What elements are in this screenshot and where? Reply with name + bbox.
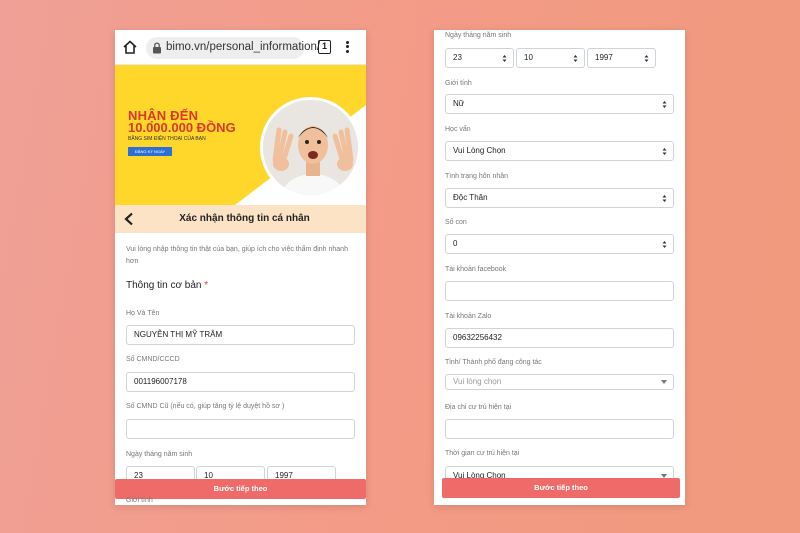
promo-banner[interactable]: NHẬN ĐẾN 10.000.000 ĐỒNG BẰNG SIM ĐIỆN T… — [115, 65, 366, 205]
dob-label: Ngày tháng năm sinh — [126, 451, 193, 458]
marital-status-label: Tình trạng hôn nhân — [445, 173, 509, 180]
work-city-placeholder: Vui lòng chọn — [453, 377, 502, 386]
phone-screen-left: bimo.vn/personal_information/ 1 NHẬN ĐẾN… — [115, 30, 366, 505]
id-number-input[interactable]: 001196007178 — [126, 372, 355, 392]
dob-day-select-right[interactable]: 23 — [445, 48, 514, 68]
banner-cta-button[interactable]: ĐĂNG KÝ NGAY — [128, 147, 172, 156]
address-input[interactable] — [445, 419, 674, 439]
sort-arrows-icon — [662, 148, 667, 155]
facebook-input[interactable] — [445, 281, 674, 301]
url-text: bimo.vn/personal_information/ — [166, 41, 321, 53]
sort-arrows-icon — [662, 195, 667, 202]
work-city-label: Tỉnh/ Thành phố đang công tác — [445, 359, 542, 366]
address-bar[interactable]: bimo.vn/personal_information/ — [146, 37, 320, 59]
sort-arrows-icon — [662, 101, 667, 108]
marital-status-select[interactable]: Độc Thân — [445, 188, 674, 208]
gender-label-right: Giới tính — [445, 80, 472, 87]
zalo-input[interactable]: 09632256432 — [445, 328, 674, 348]
section-title: Thông tin cơ bản * — [126, 280, 208, 291]
more-menu-icon[interactable] — [343, 39, 351, 55]
old-id-input[interactable] — [126, 419, 355, 439]
next-step-button-right[interactable]: Bước tiếp theo — [442, 478, 680, 498]
education-value: Vui Lòng Chọn — [453, 146, 506, 155]
banner-person-photo — [260, 97, 361, 198]
marital-status-value: Độc Thân — [453, 193, 488, 202]
gender-select[interactable]: Nữ — [445, 94, 674, 114]
dob-label-right: Ngày tháng năm sinh — [445, 32, 512, 39]
residence-time-label: Thời gian cư trú hiện tại — [445, 450, 520, 457]
dob-year-value-right: 1997 — [595, 53, 613, 62]
browser-toolbar: bimo.vn/personal_information/ 1 — [115, 30, 366, 65]
dob-year-select-right[interactable]: 1997 — [587, 48, 656, 68]
dob-month-value-right: 10 — [524, 53, 533, 62]
section-title-text: Thông tin cơ bản — [126, 280, 202, 291]
next-step-button[interactable]: Bước tiếp theo — [115, 479, 366, 499]
lock-icon — [153, 42, 161, 54]
banner-amount: 10.000.000 ĐỒNG — [128, 120, 236, 135]
dob-day-value-right: 23 — [453, 53, 462, 62]
children-count-select[interactable]: 0 — [445, 234, 674, 254]
id-number-label: Số CMND/CCCD — [126, 356, 180, 363]
work-city-select[interactable]: Vui lòng chọn — [445, 374, 674, 390]
chevron-down-icon — [661, 380, 667, 384]
children-count-value: 0 — [453, 239, 458, 248]
address-label: Địa chỉ cư trú hiện tại — [445, 404, 512, 411]
full-name-input[interactable]: NGUYỄN THỊ MỸ TRÂM — [126, 325, 355, 345]
form-instructions: Vui lòng nhập thông tin thật của bạn, gi… — [126, 246, 348, 265]
banner-subtext: BẰNG SIM ĐIỆN THOẠI CỦA BẠN — [128, 136, 206, 142]
sort-arrows-icon — [644, 55, 649, 62]
sort-arrows-icon — [502, 55, 507, 62]
facebook-label: Tài khoản facebook — [445, 266, 507, 273]
dob-month-select-right[interactable]: 10 — [516, 48, 585, 68]
page-header: Xác nhận thông tin cá nhân — [115, 205, 366, 233]
education-label: Học vấn — [445, 126, 471, 133]
sort-arrows-icon — [573, 55, 578, 62]
phone-screen-right: Ngày tháng năm sinh 23 10 1997 Giới tính… — [434, 30, 685, 505]
zalo-label: Tài khoản Zalo — [445, 313, 492, 320]
sort-arrows-icon — [662, 241, 667, 248]
gender-value: Nữ — [453, 99, 465, 108]
children-count-label: Số con — [445, 219, 467, 226]
gender-label: Giới tính — [126, 497, 153, 504]
education-select[interactable]: Vui Lòng Chọn — [445, 141, 674, 161]
old-id-label: Số CMND Cũ (nếu có, giúp tăng tỷ lệ duyệ… — [126, 403, 285, 410]
page-title: Xác nhận thông tin cá nhân — [179, 213, 310, 224]
tabs-count-icon[interactable]: 1 — [318, 40, 331, 54]
full-name-label: Họ Và Tên — [126, 310, 160, 317]
home-icon[interactable] — [123, 40, 137, 54]
required-marker: * — [204, 280, 209, 291]
